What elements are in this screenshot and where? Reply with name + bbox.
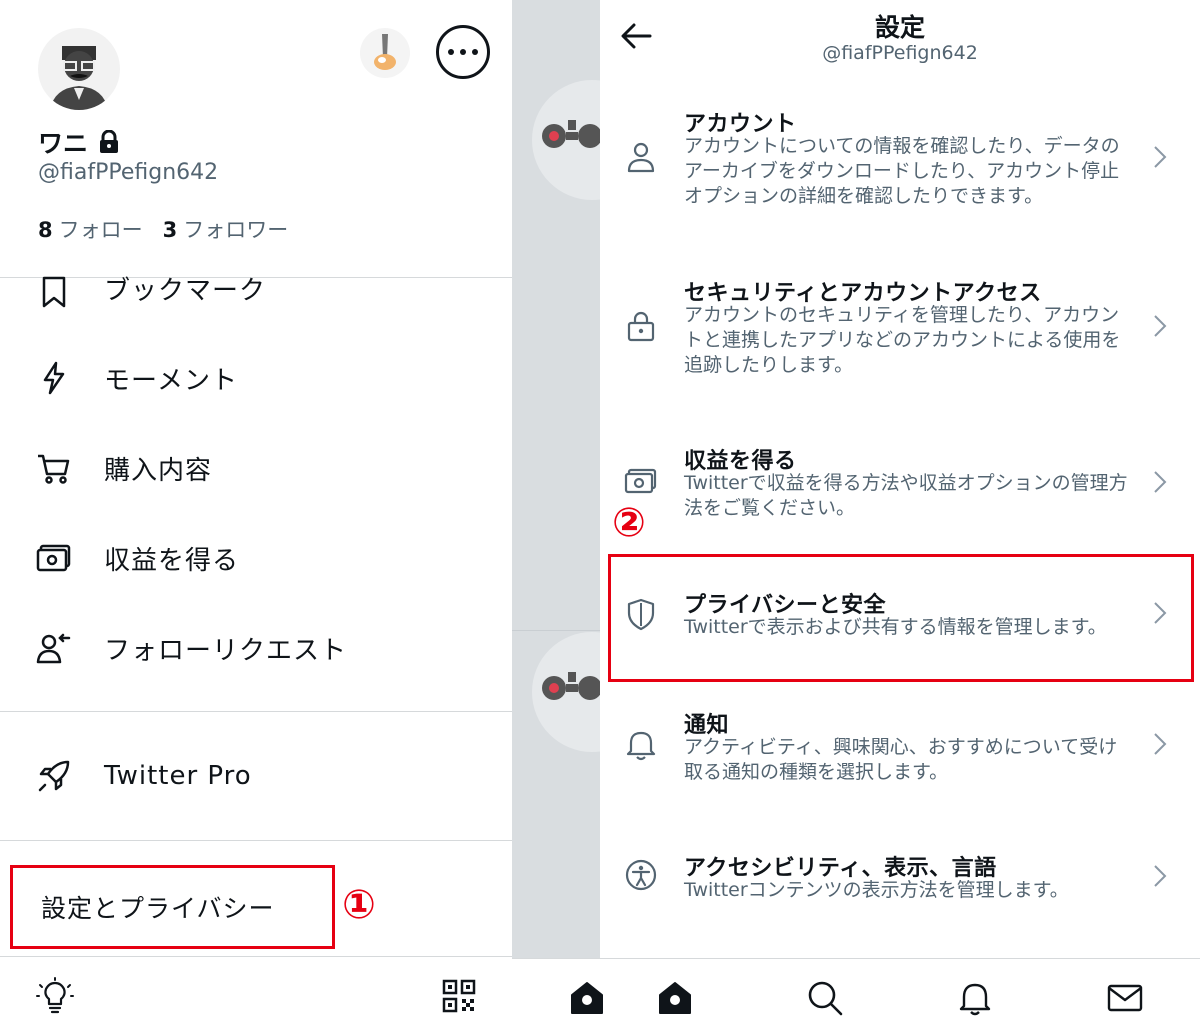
follow-request-icon [36,633,71,664]
qr-code-icon[interactable] [442,979,476,1013]
chevron-right-icon [1154,733,1167,755]
menu-item-twitter-pro[interactable]: Twitter Pro [0,746,512,806]
notifications-bell-icon[interactable] [956,979,994,1017]
profile-handle: @fiafPPefign642 [38,160,219,185]
followers-link[interactable]: 3 フォロワー [163,214,289,244]
menu-item-label: 収益を得る [104,545,240,576]
settings-item-monetization[interactable]: 収益を得る Twitterで収益を得る方法や収益オプションの管理方法をご覧くださ… [600,443,1200,533]
settings-item-accessibility[interactable]: アクセシビリティ、表示、言語 Twitterコンテンツの表示方法を管理します。 [600,850,1200,920]
menu-item-label: Twitter Pro [104,761,252,791]
step-marker-2: ② [612,500,646,546]
menu-item-moments[interactable]: モーメント [0,348,512,408]
robot-icon [542,672,600,700]
settings-item-security[interactable]: セキュリティとアカウントアクセス アカウントのセキュリティを管理したり、アカウン… [600,275,1200,395]
chevron-right-icon [1154,146,1167,168]
settings-screen: 設定 @fiafPPefign642 アカウント アカウントについての情報を確認… [600,0,1200,958]
divider [512,630,600,631]
step-marker-1: ① [342,882,376,928]
lock-icon [627,311,655,342]
settings-item-desc: アカウントについての情報を確認したり、データのアーカイブをダウンロードしたり、ア… [684,135,1120,207]
chevron-right-icon [1154,471,1167,493]
side-drawer: ワニ @fiafPPefign642 8 フォロー 3 フォロワー ブックマーク モ… [0,0,512,1036]
bottom-tab-bar [512,958,1200,1036]
home-tab-icon[interactable] [656,979,694,1017]
menu-item-monetization[interactable]: 収益を得る [0,528,512,588]
search-icon[interactable] [806,979,844,1017]
cart-icon [38,454,70,484]
chevron-right-icon [1154,865,1167,887]
following-link[interactable]: 8 フォロー [38,214,143,244]
money-icon [624,468,657,494]
menu-item-bookmarks[interactable]: ブックマーク [0,258,512,318]
divider [0,840,512,841]
accessibility-icon [625,859,657,891]
page-title: 設定 [874,13,925,42]
settings-item-desc: アカウントのセキュリティを管理したり、アカウントと連携したアプリなどのアカウント… [684,304,1121,376]
settings-item-desc: Twitterコンテンツの表示方法を管理します。 [684,879,1069,901]
more-options-button[interactable] [436,25,490,79]
settings-and-privacy-link[interactable]: 設定とプライバシー [10,865,335,949]
menu-item-follow-requests[interactable]: フォローリクエスト [0,618,512,678]
settings-and-privacy-label: 設定とプライバシー [41,894,275,923]
lightning-icon [43,361,65,395]
profile-avatar[interactable] [38,28,120,110]
settings-item-notifications[interactable]: 通知 アクティビティ、興味関心、おすすめについて受け取る通知の種類を選択します。 [600,707,1200,797]
profile-name-text: ワニ [38,129,89,158]
menu-item-label: ブックマーク [104,275,267,306]
menu-item-purchases[interactable]: 購入内容 [0,438,512,498]
drawer-footer [0,956,512,1036]
messages-envelope-icon[interactable] [1106,979,1144,1017]
follow-stats: 8 フォロー 3 フォロワー [38,214,288,244]
bell-icon [626,731,656,761]
chevron-right-icon [1154,315,1167,337]
highlight-privacy-box [608,554,1194,682]
robot-icon [542,120,600,148]
divider [0,711,512,712]
page-subtitle: @fiafPPefign642 [822,42,978,64]
settings-item-desc: Twitterで収益を得る方法や収益オプションの管理方法をご覧ください。 [684,472,1128,519]
settings-item-desc: アクティビティ、興味関心、おすすめについて受け取る通知の種類を選択します。 [684,736,1118,783]
timeline-avatar [532,80,600,200]
profile-name: ワニ [38,124,120,160]
home-icon[interactable] [568,979,606,1017]
money-icon [36,544,71,572]
menu-item-label: フォローリクエスト [104,635,348,666]
settings-item-account[interactable]: アカウント アカウントについての情報を確認したり、データのアーカイブをダウンロー… [600,106,1200,226]
background-timeline [512,0,600,958]
person-icon [627,142,655,173]
protected-lock-icon [100,130,119,153]
timeline-avatar [532,632,600,752]
menu-item-label: モーメント [104,365,238,396]
bookmark-icon [42,276,66,308]
rocket-icon [38,760,70,792]
menu-item-label: 購入内容 [104,455,213,486]
account-switch-avatar[interactable] [360,28,410,78]
lightbulb-icon[interactable] [36,977,74,1015]
